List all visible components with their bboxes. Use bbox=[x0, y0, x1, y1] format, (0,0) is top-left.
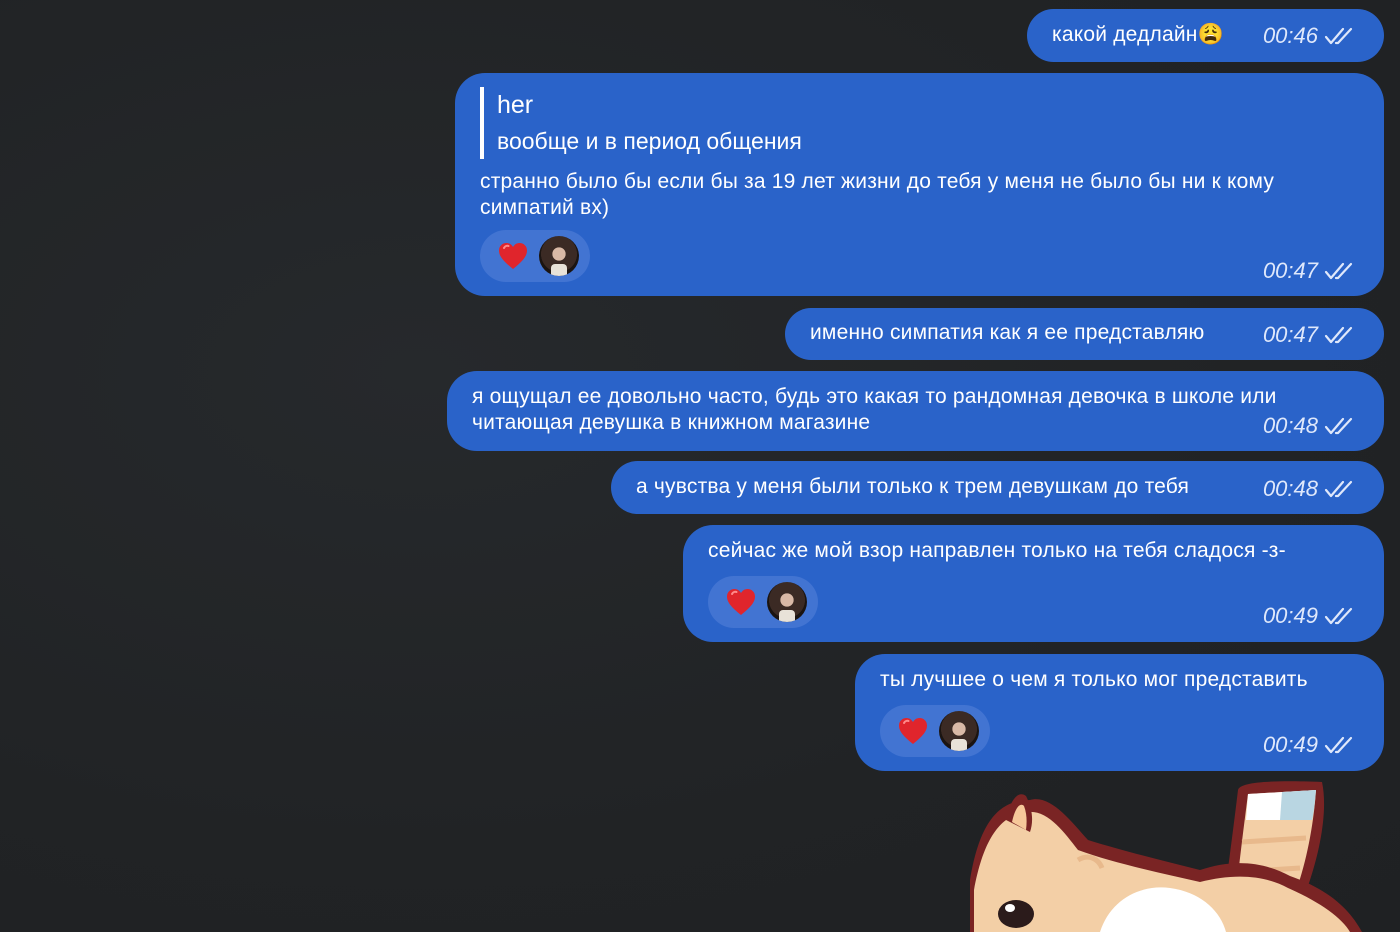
message-text: именно симпатия как я ее представляю bbox=[810, 321, 1205, 344]
double-check-icon bbox=[1324, 325, 1356, 345]
message-time: 00:46 bbox=[1262, 23, 1318, 48]
message-time: 00:49 bbox=[1262, 603, 1318, 628]
message-bubble[interactable]: именно симпатия как я ее представляю 00:… bbox=[785, 308, 1384, 360]
message-text: сейчас же мой взор направлен только на т… bbox=[708, 539, 1286, 562]
message-bubble[interactable]: her вообще и в период общения странно бы… bbox=[455, 73, 1384, 296]
double-check-icon bbox=[1324, 261, 1356, 281]
reaction-pill[interactable] bbox=[880, 705, 990, 757]
reply-quote[interactable]: her вообще и в период общения bbox=[480, 87, 1360, 159]
message-meta: 00:48 bbox=[1263, 413, 1356, 439]
message-bubble[interactable]: а чувства у меня были только к трем деву… bbox=[611, 461, 1384, 514]
message-meta: 00:49 bbox=[1263, 603, 1356, 629]
avatar bbox=[539, 236, 579, 276]
chat-area: какой дедлайн😩 00:46 her вообще и в пери… bbox=[0, 0, 1400, 932]
message-text: странно было бы если бы за 19 лет жизни … bbox=[480, 170, 1275, 219]
message-meta: 00:48 bbox=[1263, 476, 1356, 502]
double-check-icon bbox=[1324, 606, 1356, 626]
message-meta: 00:47 bbox=[1263, 258, 1356, 284]
message-bubble[interactable]: какой дедлайн😩 00:46 bbox=[1027, 9, 1384, 62]
message-meta: 00:47 bbox=[1263, 322, 1356, 348]
message-time: 00:47 bbox=[1262, 322, 1318, 347]
double-check-icon bbox=[1324, 26, 1356, 46]
reply-text: вообще и в период общения bbox=[497, 128, 802, 154]
message-time: 00:49 bbox=[1262, 732, 1318, 757]
message-meta: 00:49 bbox=[1263, 732, 1356, 758]
double-check-icon bbox=[1324, 735, 1356, 755]
heart-icon bbox=[499, 243, 527, 269]
avatar bbox=[767, 582, 807, 622]
heart-icon bbox=[727, 589, 755, 615]
message-bubble[interactable]: ты лучшее о чем я только мог представить… bbox=[855, 654, 1384, 771]
message-time: 00:48 bbox=[1262, 476, 1318, 501]
heart-icon bbox=[899, 718, 927, 744]
reaction-pill[interactable] bbox=[480, 230, 590, 282]
message-bubble[interactable]: сейчас же мой взор направлен только на т… bbox=[683, 525, 1384, 642]
avatar bbox=[939, 711, 979, 751]
message-meta: 00:46 bbox=[1263, 23, 1356, 49]
reply-author: her bbox=[497, 91, 534, 119]
message-text: какой дедлайн😩 bbox=[1052, 23, 1224, 46]
reaction-pill[interactable] bbox=[708, 576, 818, 628]
double-check-icon bbox=[1324, 479, 1356, 499]
message-text: ты лучшее о чем я только мог представить bbox=[880, 668, 1308, 691]
message-text: а чувства у меня были только к трем деву… bbox=[636, 475, 1190, 498]
cat-sticker[interactable] bbox=[970, 780, 1370, 932]
message-time: 00:48 bbox=[1262, 413, 1318, 438]
message-text: я ощущал ее довольно часто, будь это как… bbox=[472, 385, 1277, 434]
message-bubble[interactable]: я ощущал ее довольно часто, будь это как… bbox=[447, 371, 1384, 451]
double-check-icon bbox=[1324, 416, 1356, 436]
message-time: 00:47 bbox=[1262, 258, 1318, 283]
